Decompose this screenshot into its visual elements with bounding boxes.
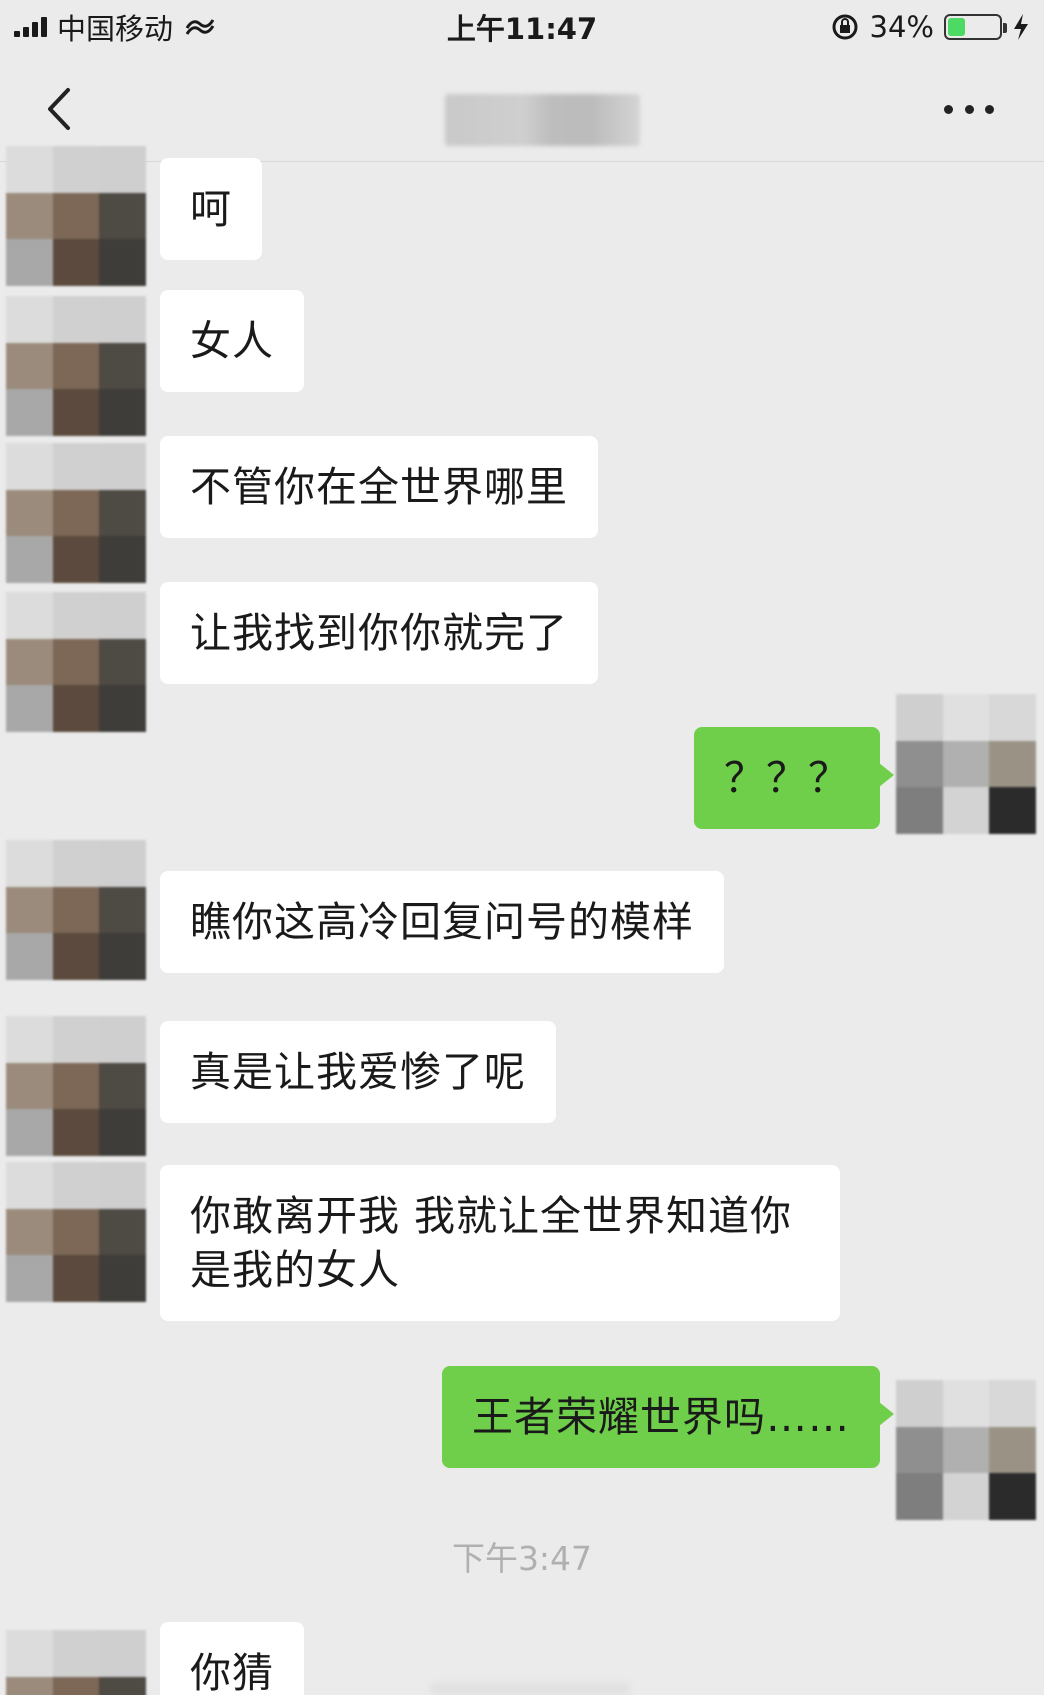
- avatar[interactable]: [6, 1162, 146, 1302]
- avatar[interactable]: [6, 840, 146, 980]
- incoming-message[interactable]: 不管你在全世界哪里: [160, 436, 598, 538]
- incoming-message[interactable]: 女人: [160, 290, 304, 392]
- incoming-message[interactable]: 让我找到你你就完了: [160, 582, 598, 684]
- incoming-message[interactable]: 真是让我爱惨了呢: [160, 1021, 556, 1123]
- incoming-message[interactable]: 你敢离开我 我就让全世界知道你是我的女人: [160, 1165, 840, 1321]
- watermark: [430, 1682, 630, 1695]
- avatar[interactable]: [6, 1016, 146, 1156]
- avatar[interactable]: [896, 1380, 1036, 1520]
- outgoing-message[interactable]: 王者荣耀世界吗……: [442, 1366, 894, 1468]
- incoming-message[interactable]: 瞧你这高冷回复问号的模样: [160, 871, 724, 973]
- avatar[interactable]: [6, 146, 146, 286]
- avatar[interactable]: [6, 1630, 146, 1695]
- avatar[interactable]: [6, 592, 146, 732]
- incoming-message[interactable]: 你猜: [160, 1622, 304, 1695]
- outgoing-message[interactable]: ？？？: [694, 727, 894, 829]
- avatar[interactable]: [6, 443, 146, 583]
- time-divider: 下午3:47: [451, 1539, 593, 1578]
- avatar[interactable]: [6, 296, 146, 436]
- incoming-message[interactable]: 呵: [160, 158, 262, 260]
- avatar[interactable]: [896, 694, 1036, 834]
- chat-area[interactable]: 呵女人不管你在全世界哪里 让我找到你你就完了 ？？？ 瞧你这高冷回复问号的模样 真是让我…: [0, 0, 1044, 1695]
